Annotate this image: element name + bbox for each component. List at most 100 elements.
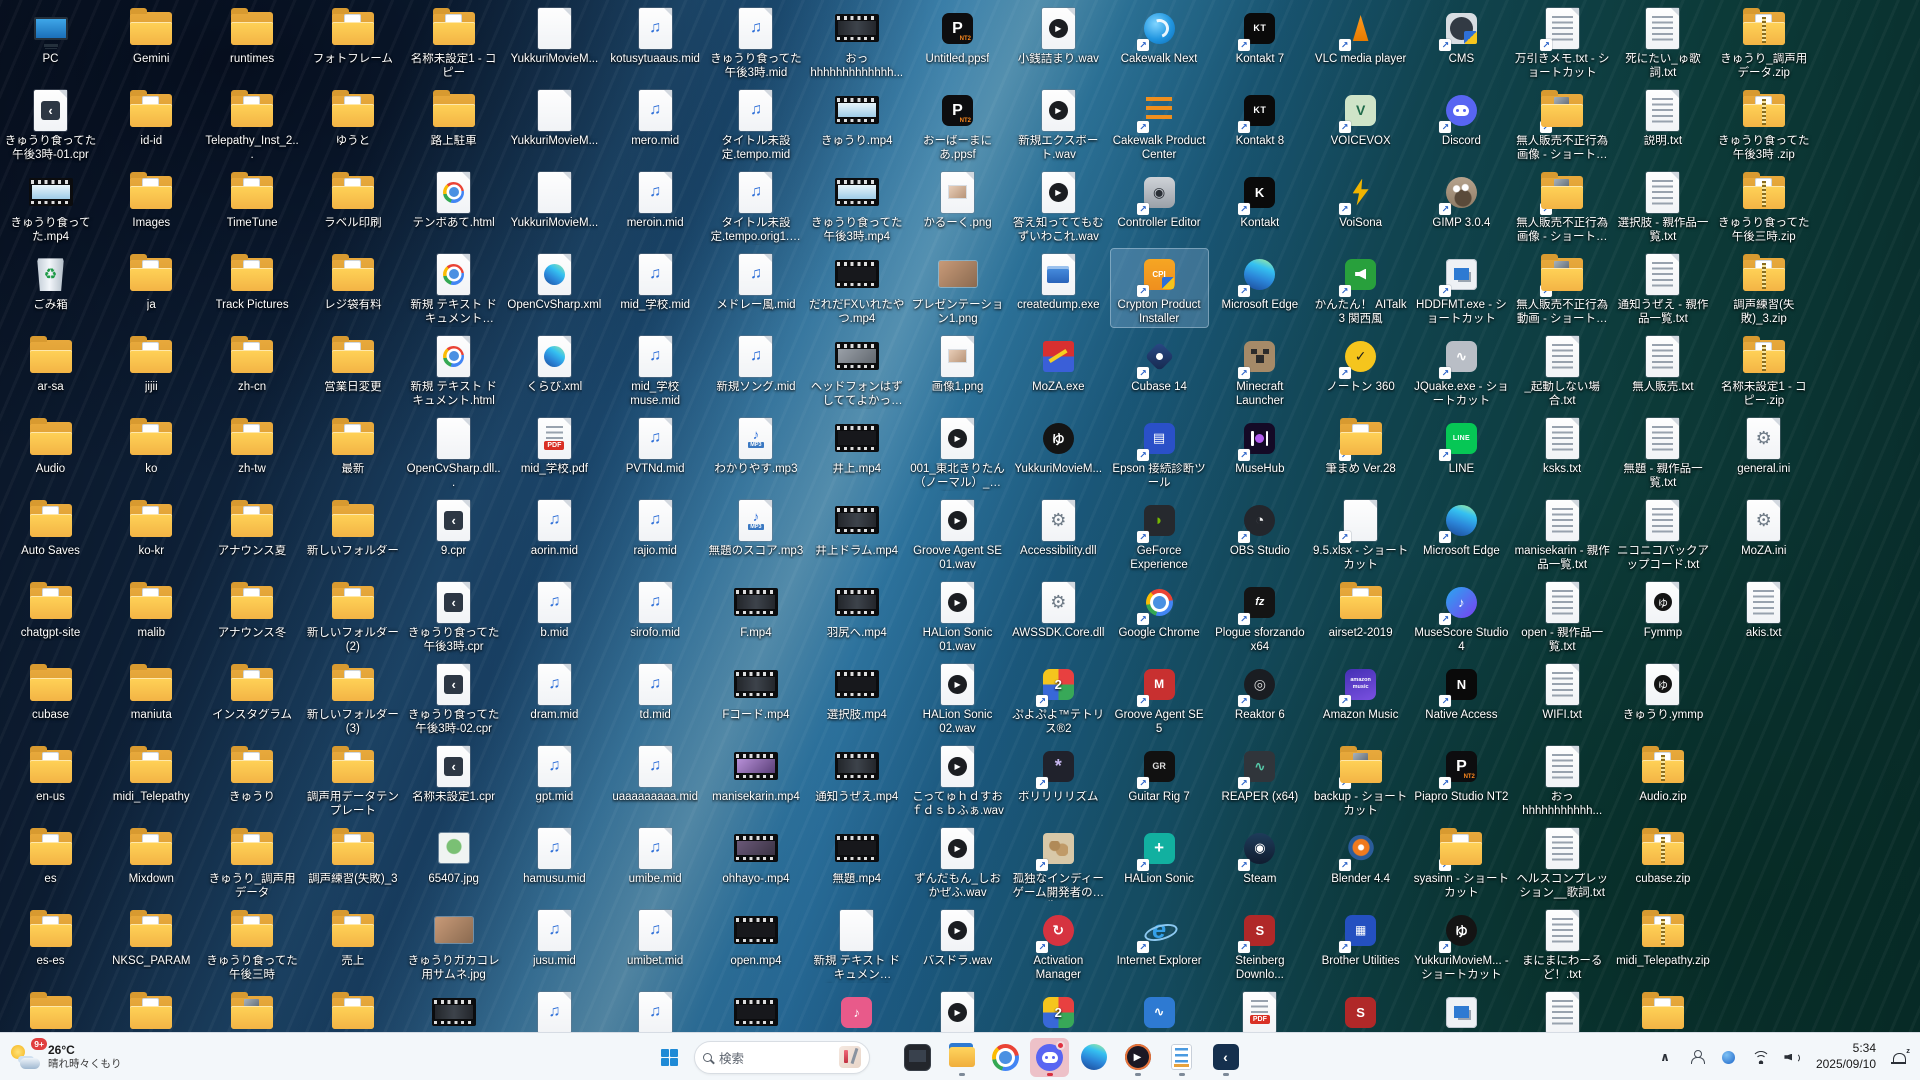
desktop-icon-r13c10[interactable]: ▶ [909, 987, 1006, 1032]
desktop-icon--2-[interactable]: 新しいフォルダー (2) [304, 577, 401, 655]
desktop-icon--3--02.cpr[interactable]: ‹きゅうり食ってた午後3時-02.cpr [405, 659, 502, 737]
desktop-icon--.mp3[interactable]: ♪MP3わかりやす.mp3 [707, 413, 804, 477]
desktop-icon-65407.jpg[interactable]: 65407.jpg [405, 823, 502, 887]
desktop-icon-reaper-x64-[interactable]: ∿↗REAPER (x64) [1211, 741, 1308, 805]
desktop-icon--.mp4[interactable]: 通知うぜえ.mp4 [808, 741, 905, 805]
desktop-icon-f.mp4[interactable]: F.mp4 [707, 577, 804, 641]
desktop-icon--.wav[interactable]: ▶小銭詰まり.wav [1010, 3, 1107, 67]
taskbar-app-discord[interactable] [1030, 1038, 1069, 1077]
desktop-icon--2-.html[interactable]: 新規 テキスト ドキュメント (2).html [405, 249, 502, 327]
search-box[interactable]: 検索 [694, 1041, 870, 1074]
search-highlight-image[interactable] [839, 1046, 861, 1068]
desktop-icon-obs-studio[interactable]: ◔↗OBS Studio [1211, 495, 1308, 559]
desktop-icon--.wav[interactable]: ▶バスドラ.wav [909, 905, 1006, 969]
desktop-icon--.mp3[interactable]: ♪MP3無題のスコア.mp3 [707, 495, 804, 559]
desktop-icon-gimp-3.0.4[interactable]: ↗GIMP 3.0.4 [1413, 167, 1510, 231]
desktop-icon-rajio.mid[interactable]: ♫rajio.mid [607, 495, 704, 559]
desktop-icon--.txt[interactable]: ニコニコバックアップコード.txt [1614, 495, 1711, 573]
desktop-icon-native-access[interactable]: N↗Native Access [1413, 659, 1510, 723]
desktop-icon-id-id[interactable]: id-id [103, 85, 200, 149]
desktop-icon--.html[interactable]: テンポあて.html [405, 167, 502, 231]
desktop-icon-dram.mid[interactable]: ♫dram.mid [506, 659, 603, 723]
desktop-icon--.mp4[interactable]: きゅうり食ってた.mp4 [2, 167, 99, 245]
desktop-icon--.mp4[interactable]: きゅうり.mp4 [808, 85, 905, 149]
desktop-icon-es[interactable]: es [2, 823, 99, 887]
desktop-icon--[interactable]: フォトフレーム [304, 3, 401, 67]
desktop-icon--_-[interactable]: きゅうり_調声用データ [204, 823, 301, 901]
desktop-icon--2[interactable]: 2↗ぷよぷよ™テトリス®2 [1010, 659, 1107, 737]
desktop-icon-geforce-experience[interactable]: ◗↗GeForce Experience [1111, 495, 1208, 573]
desktop-icon--.png[interactable]: かるーく.png [909, 167, 1006, 231]
desktop-icon----[interactable]: ↗無人販売不正行為画像 - ショートカット [1514, 167, 1611, 245]
desktop-icon-runtimes[interactable]: runtimes [204, 3, 301, 67]
desktop-icon-telepathy_inst_2...[interactable]: Telepathy_Inst_2... [204, 85, 301, 163]
desktop-icon-musescore-studio-4[interactable]: ♪↗MuseScore Studio 4 [1413, 577, 1510, 655]
desktop-icon-voisona[interactable]: ↗VoiSona [1312, 167, 1409, 231]
desktop-icon-r13c13[interactable]: PDF [1211, 987, 1308, 1032]
desktop-icon--[interactable]: レジ袋有料 [304, 249, 401, 313]
desktop-icon-steam[interactable]: ◉↗Steam [1211, 823, 1308, 887]
clock[interactable]: 5:34 2025/09/10 [1810, 1041, 1882, 1072]
desktop-icon--.mp4[interactable]: 井上ドラム.mp4 [808, 495, 905, 559]
start-button[interactable] [650, 1038, 688, 1076]
desktop-icon-r13c8[interactable] [707, 987, 804, 1032]
desktop-icon-yukkurimoviem...---[interactable]: ゆ↗YukkuriMovieM... - ショートカット [1413, 905, 1510, 983]
weather-widget[interactable]: 9+ 26°C 晴れ時々くもり [10, 1037, 122, 1077]
desktop-icon-voicevox[interactable]: V↗VOICEVOX [1312, 85, 1409, 149]
desktop-icon-r13c2[interactable] [103, 987, 200, 1032]
desktop-icon--[interactable]: ♻ごみ箱 [2, 249, 99, 313]
desktop-icon--1---.zip[interactable]: 名称未設定1 - コピー.zip [1715, 331, 1812, 409]
desktop-icon-ko-kr[interactable]: ko-kr [103, 495, 200, 559]
desktop-icon--[interactable]: きゅうり [204, 741, 301, 805]
desktop-icon-cubase.zip[interactable]: cubase.zip [1614, 823, 1711, 887]
desktop-icon--.tempo.orig1.mid[interactable]: ♫タイトル未設定.tempo.orig1.mid [707, 167, 804, 245]
desktop-icon--.mp4[interactable]: 選択肢.mp4 [808, 659, 905, 723]
desktop-icon-cubase-14[interactable]: ↗Cubase 14 [1111, 331, 1208, 395]
desktop-icon-midi_telepathy[interactable]: midi_Telepathy [103, 741, 200, 805]
desktop-icon-syasinn---[interactable]: ↗syasinn - ショートカット [1413, 823, 1510, 901]
desktop-icon-9.5.xlsx---[interactable]: ↗9.5.xlsx - ショートカット [1312, 495, 1409, 573]
desktop-icon-piapro-studio-nt2[interactable]: PNT2↗Piapro Studio NT2 [1413, 741, 1510, 805]
desktop-icon-umibet.mid[interactable]: ♫umibet.mid [607, 905, 704, 969]
desktop-icon--__-.txt[interactable]: ヘルスコンプレッション__歌詞.txt [1514, 823, 1611, 901]
desktop-icon-plogue-sforzando-x64[interactable]: fz↗Plogue sforzando x64 [1211, 577, 1308, 655]
desktop-icon-ohhayo-.mp4[interactable]: ohhayo-.mp4 [707, 823, 804, 887]
desktop-icon-uaaaaaaaaa.mid[interactable]: ♫uaaaaaaaaa.mid [607, 741, 704, 805]
desktop-icon-mid_-.pdf[interactable]: PDFmid_学校.pdf [506, 413, 603, 477]
taskbar-app-file-explorer[interactable] [942, 1038, 981, 1077]
desktop-icon-kontakt-8[interactable]: KT↗Kontakt 8 [1211, 85, 1308, 149]
desktop-icon-open---.txt[interactable]: open - 親作品一覧.txt [1514, 577, 1611, 655]
desktop-icon-r13c6[interactable]: ♫ [506, 987, 603, 1032]
desktop-icon----.txt[interactable]: 選択肢 - 親作品一覧.txt [1614, 167, 1711, 245]
desktop-icon-auto-saves[interactable]: Auto Saves [2, 495, 99, 559]
desktop-icon-audio[interactable]: Audio [2, 413, 99, 477]
desktop-icon-r13c1[interactable] [2, 987, 99, 1032]
desktop-icon--3-.cpr[interactable]: ‹きゅうり食ってた午後3時.cpr [405, 577, 502, 655]
desktop-icon-mid_-muse.mid[interactable]: ♫mid_学校muse.mid [607, 331, 704, 409]
desktop-icon-manisekarin---.txt[interactable]: manisekarin - 親作品一覧.txt [1514, 495, 1611, 573]
desktop-icon-accessibility.dll[interactable]: ⚙Accessibility.dll [1010, 495, 1107, 559]
desktop-icon--.mp4[interactable]: 井上.mp4 [808, 413, 905, 477]
desktop-icon----.txt[interactable]: 無題 - 親作品一覧.txt [1614, 413, 1711, 491]
taskbar-app-microsoft-edge[interactable] [1074, 1038, 1113, 1077]
desktop-icon--3-.zip[interactable]: きゅうり食ってた午後3時 .zip [1715, 85, 1812, 163]
desktop-icon-images[interactable]: Images [103, 167, 200, 231]
desktop-icon-r13c17[interactable] [1614, 987, 1711, 1032]
desktop-icon--.wav[interactable]: ▶新規エクスポート.wav [1010, 85, 1107, 163]
desktop-icon-createdump.exe[interactable]: createdump.exe [1010, 249, 1107, 313]
desktop-icon--[interactable]: 調声用データテンプレート [304, 741, 401, 819]
desktop-icon-activation-manager[interactable]: ↻↗Activation Manager [1010, 905, 1107, 983]
desktop-icon-blender-4.4[interactable]: ↗Blender 4.4 [1312, 823, 1409, 887]
desktop-icon--[interactable]: アナウンス夏 [204, 495, 301, 559]
desktop-icon-halion-sonic[interactable]: +↗HALion Sonic [1111, 823, 1208, 887]
desktop-icon-wifi.txt[interactable]: WIFI.txt [1514, 659, 1611, 723]
desktop-icon-jijii[interactable]: jijii [103, 331, 200, 395]
notification-bell-dnd-icon[interactable]: z [1884, 1040, 1914, 1074]
desktop-icon--.mp4[interactable]: 無題.mp4 [808, 823, 905, 887]
desktop-icon--_3[interactable]: 調声練習(失敗)_3 [304, 823, 401, 887]
desktop-icon-controller-editor[interactable]: ◉↗Controller Editor [1111, 167, 1208, 231]
desktop-icon-r13c7[interactable]: ♫ [607, 987, 704, 1032]
desktop-icon-cubase[interactable]: cubase [2, 659, 99, 723]
desktop-icon--_3.zip[interactable]: 調声練習(失敗)_3.zip [1715, 249, 1812, 327]
desktop-icon-9.cpr[interactable]: ‹9.cpr [405, 495, 502, 559]
